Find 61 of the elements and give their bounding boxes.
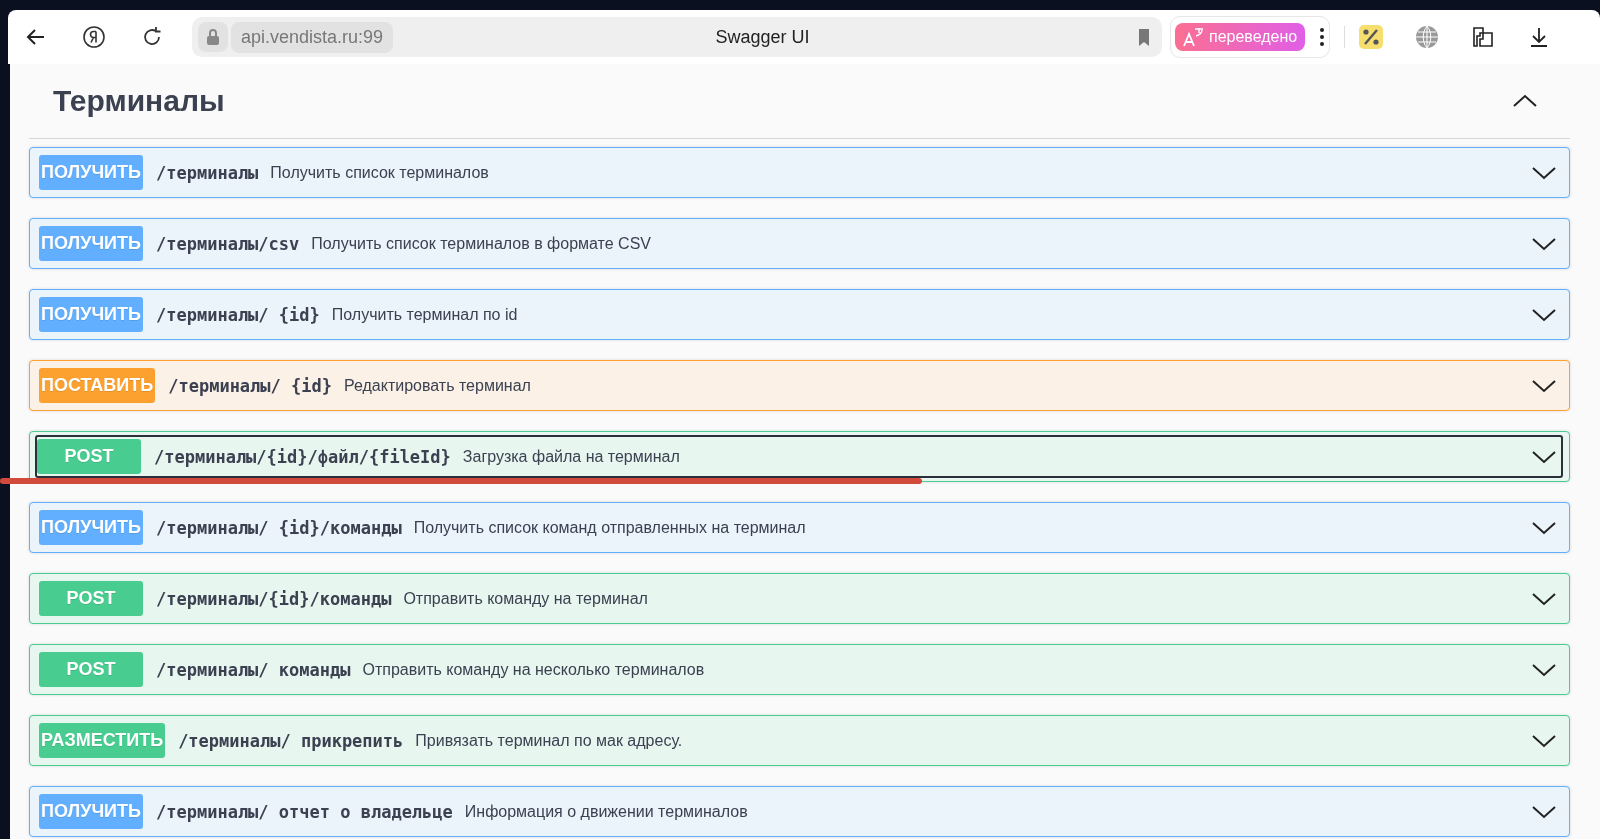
endpoint-path: /терминалы/{id}/команды bbox=[156, 588, 392, 609]
more-menu-icon[interactable] bbox=[1319, 26, 1326, 48]
chevron-down-icon[interactable] bbox=[1531, 377, 1557, 394]
endpoint-path: /терминалы/ команды bbox=[156, 659, 351, 680]
method-badge: ПОЛУЧИТЬ bbox=[39, 794, 143, 829]
chevron-down-icon[interactable] bbox=[1531, 732, 1557, 749]
method-badge: ПОЛУЧИТЬ bbox=[39, 510, 143, 545]
operation-row[interactable]: POST /терминалы/{id}/файл/{fileId} Загрузка файла на терминал bbox=[29, 431, 1570, 482]
endpoint-path: /терминалы/ {id} bbox=[156, 304, 320, 325]
endpoint-summary: Отправить команду на несколько терминалов bbox=[362, 660, 706, 679]
endpoint-path: /терминалы/{id}/файл/{fileId} bbox=[154, 446, 451, 467]
endpoint-path: /терминалы/ отчет о владельце bbox=[156, 801, 453, 822]
method-badge: ПОЛУЧИТЬ bbox=[39, 226, 143, 261]
chevron-down-icon[interactable] bbox=[1531, 661, 1557, 678]
method-badge: POST bbox=[37, 439, 141, 474]
chevron-icon[interactable] bbox=[1512, 93, 1538, 109]
endpoint-summary: Получить список терминалов bbox=[270, 163, 490, 182]
endpoint-path: /терминалы/ прикрепить bbox=[178, 730, 404, 751]
endpoint-path: /терминалы bbox=[156, 162, 259, 183]
endpoint-path: /терминалы/ {id} bbox=[168, 375, 332, 396]
lock-icon bbox=[205, 28, 221, 46]
chevron-down-icon[interactable] bbox=[1531, 590, 1557, 607]
endpoint-summary: Информация о движении терминалов bbox=[464, 802, 749, 821]
method-badge: POST bbox=[39, 581, 143, 616]
endpoint-summary: Привязать терминал по мак адресу. bbox=[415, 731, 684, 750]
operation-row[interactable]: ПОЛУЧИТЬ /терминалы/csv Получить список терминалов в формате CSV bbox=[29, 218, 1570, 269]
operation-row[interactable]: РАЗМЕСТИТЬ /терминалы/ прикрепить Привязать терминал по мак адресу. bbox=[29, 715, 1570, 766]
chevron-down-icon[interactable] bbox=[1531, 164, 1557, 181]
chevron-down-icon[interactable] bbox=[1531, 803, 1557, 820]
operation-row[interactable]: ПОСТАВИТЬ /терминалы/ {id} Редактировать терминал bbox=[29, 360, 1570, 411]
endpoint-summary: Получить список терминалов в формате CSV bbox=[311, 234, 652, 253]
operation-row[interactable]: ПОЛУЧИТЬ /терминалы/ {id}/команды Получить список команд отправленных на терминал bbox=[29, 502, 1570, 553]
method-badge: ПОЛУЧИТЬ bbox=[39, 155, 143, 190]
method-badge: POST bbox=[39, 652, 143, 687]
endpoint-summary: Получить список команд отправленных на терминал bbox=[413, 518, 807, 537]
method-badge: ПОЛУЧИТЬ bbox=[39, 297, 143, 332]
chevron-down-icon[interactable] bbox=[1531, 306, 1557, 323]
endpoint-path: /терминалы/csv bbox=[156, 233, 300, 254]
operation-row[interactable]: ПОЛУЧИТЬ /терминалы/ отчет о владельце Информация о движении терминалов bbox=[29, 786, 1570, 837]
operation-row[interactable]: ПОЛУЧИТЬ /терминалы/ {id} Получить терминал по id bbox=[29, 289, 1570, 340]
globe-icon[interactable] bbox=[1415, 25, 1440, 49]
puzzle-icon[interactable] bbox=[1471, 25, 1496, 49]
page-title: Swagger UI bbox=[714, 26, 811, 48]
operation-row[interactable]: ПОЛУЧИТЬ /терминалы Получить список терминалов bbox=[29, 147, 1570, 198]
chevron-down-icon[interactable] bbox=[1531, 448, 1557, 465]
chevron-down-icon[interactable] bbox=[1531, 519, 1557, 536]
endpoint-summary: Загрузка файла на терминал bbox=[462, 447, 681, 466]
percent-icon[interactable] bbox=[1359, 25, 1384, 49]
operation-row[interactable]: POST /терминалы/{id}/команды Отправить команду на терминал bbox=[29, 573, 1570, 624]
browser-logo-icon[interactable] bbox=[82, 25, 106, 49]
section-title: Терминалы bbox=[53, 84, 226, 118]
endpoint-path: /терминалы/ {id}/команды bbox=[156, 517, 402, 538]
method-badge: РАЗМЕСТИТЬ bbox=[39, 723, 166, 758]
chevron-down-icon[interactable] bbox=[1531, 235, 1557, 252]
translate-icon bbox=[1183, 27, 1205, 47]
endpoint-summary: Отправить команду на терминал bbox=[403, 589, 649, 608]
endpoint-summary: Редактировать терминал bbox=[344, 376, 532, 395]
endpoint-summary: Получить терминал по id bbox=[331, 305, 519, 324]
operation-row[interactable]: POST /терминалы/ команды Отправить команду на несколько терминалов bbox=[29, 644, 1570, 695]
address-field[interactable]: api.vendista.ru:99 bbox=[231, 21, 394, 53]
method-badge: ПОСТАВИТЬ bbox=[39, 368, 156, 403]
